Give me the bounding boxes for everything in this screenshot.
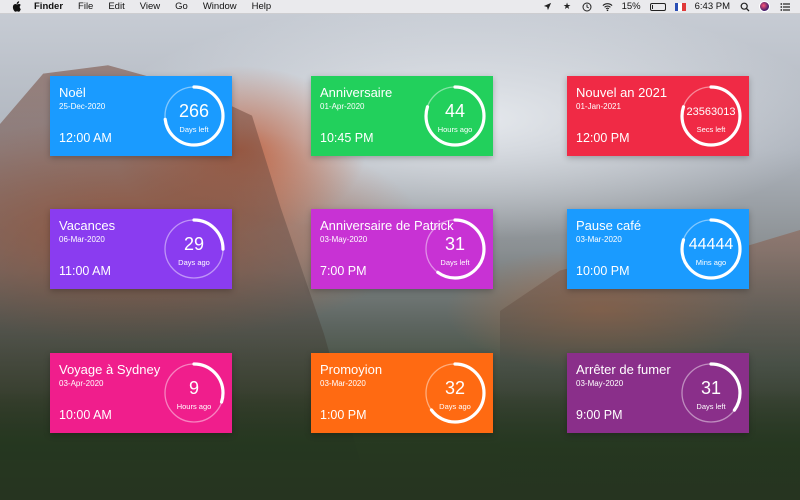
location-arrow-icon[interactable] bbox=[542, 1, 553, 12]
time-machine-icon[interactable] bbox=[582, 1, 593, 12]
counter-unit: Days left bbox=[179, 125, 209, 134]
countdown-card-anniversaire[interactable]: Anniversaire 01-Apr-2020 10:45 PM 44 Hours a… bbox=[311, 76, 493, 156]
progress-ring: 31 Days left bbox=[423, 217, 487, 281]
counter-unit: Hours ago bbox=[176, 402, 212, 411]
counter-value: 31 bbox=[444, 234, 466, 254]
card-date: 01-Apr-2020 bbox=[320, 102, 365, 111]
menu-edit[interactable]: Edit bbox=[108, 1, 124, 12]
card-time: 7:00 PM bbox=[320, 264, 367, 278]
counter-value: 266 bbox=[178, 101, 210, 121]
card-time: 1:00 PM bbox=[320, 408, 367, 422]
countdown-card-voyage-a-sydney[interactable]: Voyage à Sydney 03-Apr-2020 10:00 AM 9 Hours… bbox=[50, 353, 232, 433]
card-date: 03-Mar-2020 bbox=[576, 235, 622, 244]
counter-value: 31 bbox=[700, 378, 722, 398]
card-date: 03-May-2020 bbox=[320, 235, 368, 244]
menu-finder[interactable]: Finder bbox=[34, 1, 63, 12]
card-title: Promoyion bbox=[320, 362, 383, 377]
card-title: Voyage à Sydney bbox=[59, 362, 161, 377]
menu-help[interactable]: Help bbox=[252, 1, 272, 12]
card-date: 03-May-2020 bbox=[576, 379, 624, 388]
counter-unit: Days ago bbox=[439, 402, 471, 411]
card-date: 03-Mar-2020 bbox=[320, 379, 366, 388]
card-date: 06-Mar-2020 bbox=[59, 235, 105, 244]
counter-unit: Days left bbox=[440, 258, 470, 267]
counter-unit: Hours ago bbox=[437, 125, 473, 134]
menu-view[interactable]: View bbox=[140, 1, 160, 12]
menu-file[interactable]: File bbox=[78, 1, 93, 12]
countdown-card-anniversaire-de-patrick[interactable]: Anniversaire de Patrick 03-May-2020 7:00 P… bbox=[311, 209, 493, 289]
menu-bar: Finder File Edit View Go Window Help ★ 1… bbox=[0, 0, 800, 14]
flag-fr-icon[interactable] bbox=[674, 2, 686, 11]
card-title: Vacances bbox=[59, 218, 116, 233]
card-time: 10:00 AM bbox=[59, 408, 112, 422]
counter-value: 32 bbox=[444, 378, 466, 398]
menu-window[interactable]: Window bbox=[203, 1, 237, 12]
countdown-card-pause-cafe[interactable]: Pause café 03-Mar-2020 10:00 PM 44444 Mins a… bbox=[567, 209, 749, 289]
card-time: 10:45 PM bbox=[320, 131, 374, 145]
card-title: Nouvel an 2021 bbox=[576, 85, 668, 100]
progress-ring: 9 Hours ago bbox=[162, 361, 226, 425]
battery-percent: 15% bbox=[621, 1, 641, 12]
countdown-card-vacances[interactable]: Vacances 06-Mar-2020 11:00 AM 29 Days ago bbox=[50, 209, 232, 289]
progress-ring: 266 Days left bbox=[162, 84, 226, 148]
battery-level-fill bbox=[651, 4, 654, 9]
counter-unit: Days left bbox=[696, 402, 726, 411]
card-title: Pause café bbox=[576, 218, 642, 233]
card-date: 01-Jan-2021 bbox=[576, 102, 621, 111]
card-time: 12:00 AM bbox=[59, 131, 112, 145]
apple-icon[interactable] bbox=[12, 1, 22, 12]
menu-go[interactable]: Go bbox=[175, 1, 188, 12]
progress-ring: 23563013 Secs left bbox=[679, 84, 743, 148]
progress-ring: 29 Days ago bbox=[162, 217, 226, 281]
progress-ring: 32 Days ago bbox=[423, 361, 487, 425]
card-title: Arrêter de fumer bbox=[576, 362, 671, 377]
counter-value: 29 bbox=[183, 234, 205, 254]
battery-icon[interactable] bbox=[649, 2, 666, 11]
countdown-card-promoyion[interactable]: Promoyion 03-Mar-2020 1:00 PM 32 Days ago bbox=[311, 353, 493, 433]
counter-value: 9 bbox=[188, 378, 199, 398]
card-time: 11:00 AM bbox=[59, 264, 111, 278]
card-title: Noël bbox=[59, 85, 86, 100]
list-icon[interactable] bbox=[779, 1, 790, 12]
wifi-icon[interactable] bbox=[602, 1, 613, 12]
counter-unit: Mins ago bbox=[695, 258, 727, 267]
card-date: 25-Dec-2020 bbox=[59, 102, 106, 111]
progress-ring: 44 Hours ago bbox=[423, 84, 487, 148]
counter-value: 44 bbox=[444, 101, 466, 121]
progress-ring: 31 Days left bbox=[679, 361, 743, 425]
countdown-card-arreter-de-fumer[interactable]: Arrêter de fumer 03-May-2020 9:00 PM 31 Days… bbox=[567, 353, 749, 433]
countdown-card-noel[interactable]: Noël 25-Dec-2020 12:00 AM 266 Days left bbox=[50, 76, 232, 156]
card-title: Anniversaire bbox=[320, 85, 393, 100]
counter-unit: Days ago bbox=[178, 258, 210, 267]
card-time: 10:00 PM bbox=[576, 264, 630, 278]
counter-unit: Secs left bbox=[696, 125, 726, 134]
progress-ring: 44444 Mins ago bbox=[679, 217, 743, 281]
search-icon[interactable] bbox=[739, 1, 750, 12]
card-date: 03-Apr-2020 bbox=[59, 379, 104, 388]
card-time: 12:00 PM bbox=[576, 131, 630, 145]
star-icon[interactable]: ★ bbox=[562, 1, 573, 12]
counter-value: 23563013 bbox=[686, 106, 736, 118]
counter-value: 44444 bbox=[688, 236, 734, 253]
clock[interactable]: 6:43 PM bbox=[695, 1, 730, 12]
avatar-icon[interactable] bbox=[759, 1, 770, 12]
card-time: 9:00 PM bbox=[576, 408, 623, 422]
countdown-card-nouvel-an-2021[interactable]: Nouvel an 2021 01-Jan-2021 12:00 PM 2356301… bbox=[567, 76, 749, 156]
